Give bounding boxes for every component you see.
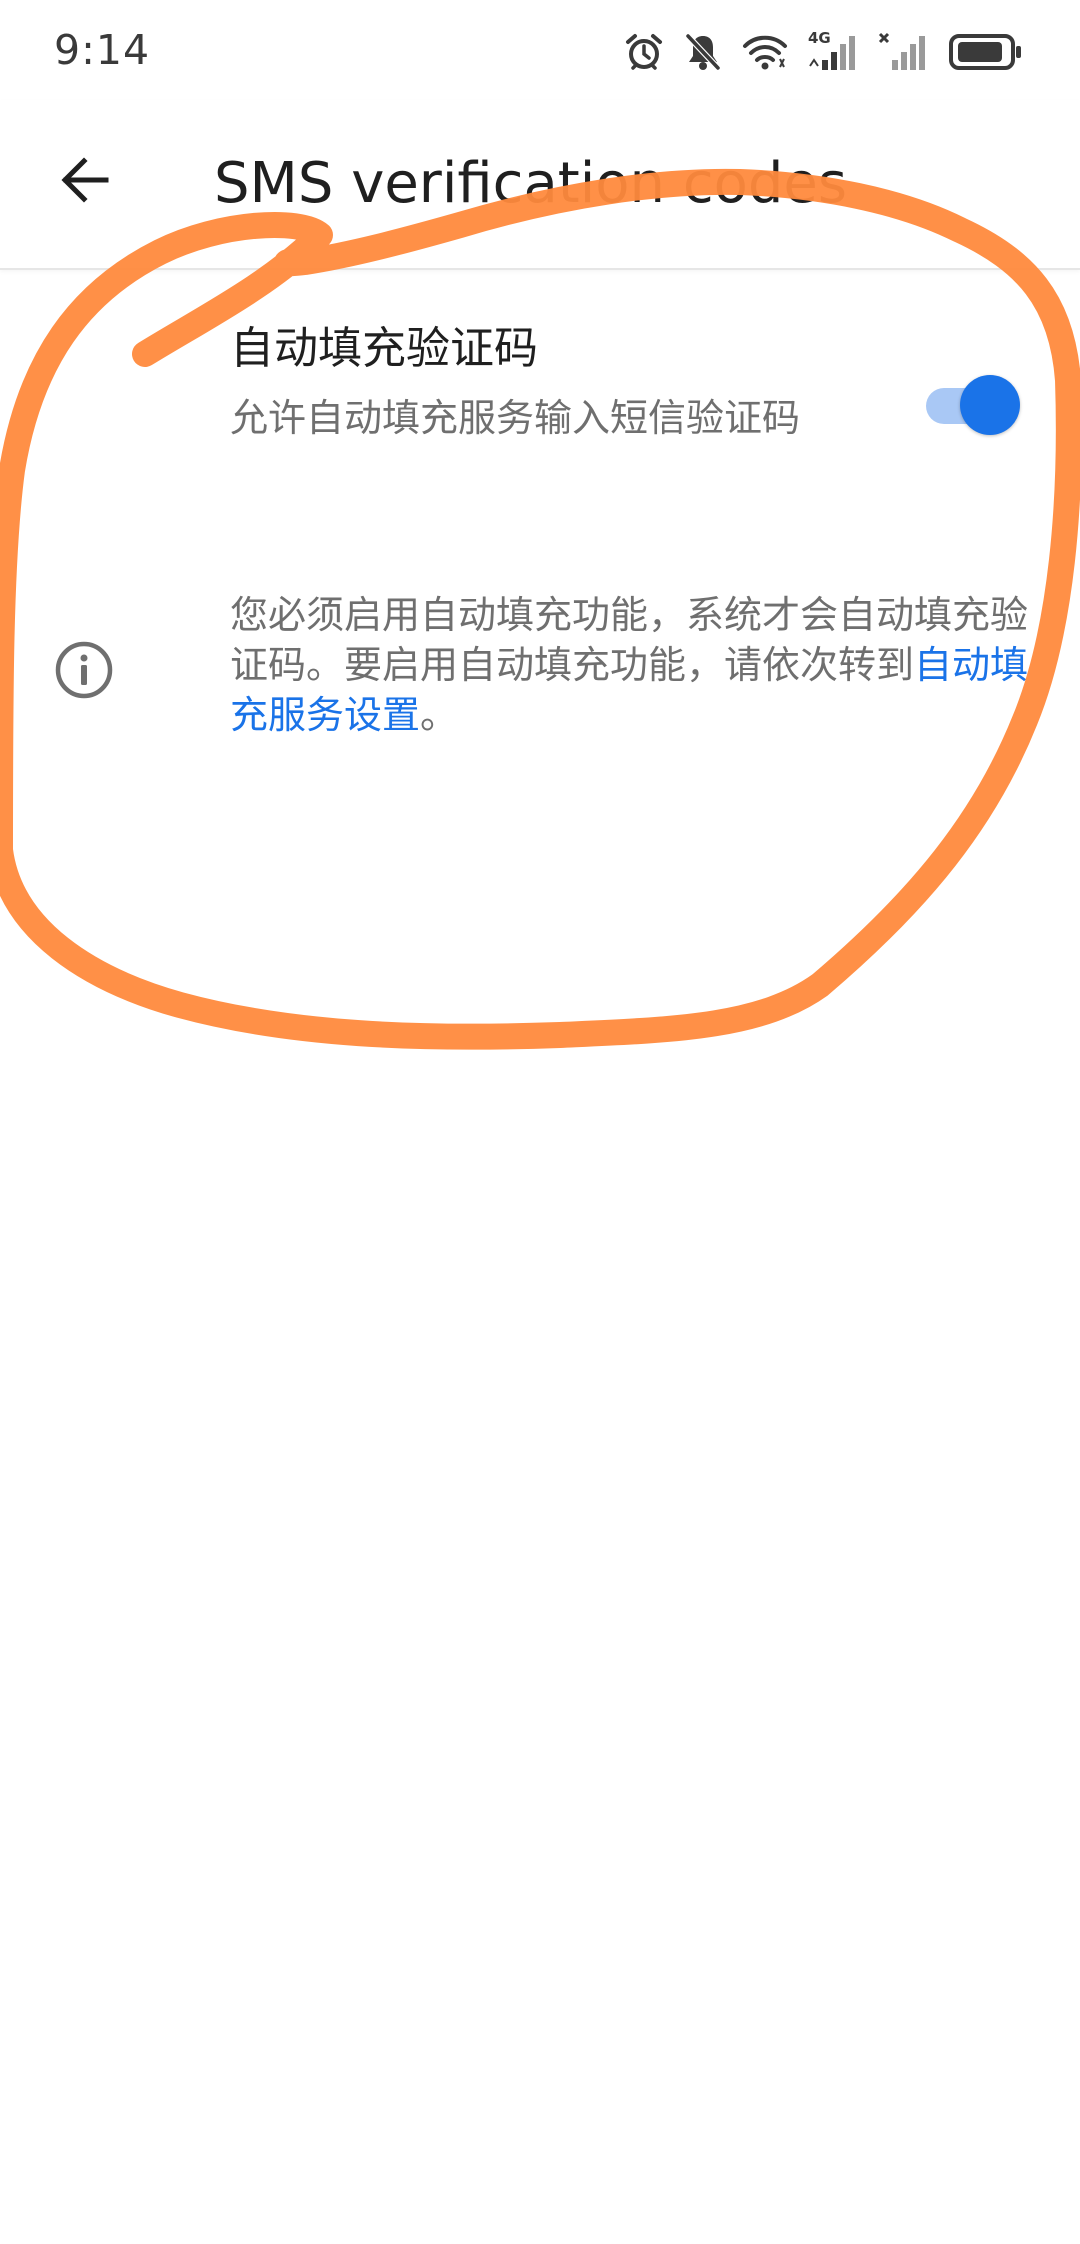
wifi-icon <box>742 33 788 71</box>
app-bar: SMS verification codes <box>0 100 1080 270</box>
bell-off-icon <box>684 32 722 72</box>
no-sim-signal-icon <box>878 30 928 74</box>
autofill-codes-toggle[interactable] <box>924 366 1024 442</box>
screen: 9:14 4G SMS verification codes 自动填充验证码 允… <box>0 0 1080 2244</box>
info-text-before-link: 您必须启用自动填充功能，系统才会自动填充验证码。要启用自动填充功能，请依次转到 <box>230 593 1029 687</box>
info-icon <box>54 640 114 700</box>
status-time: 9:14 <box>54 26 151 74</box>
info-text-after-link: 。 <box>420 693 459 737</box>
info-footer: 您必须启用自动填充功能，系统才会自动填充验证码。要启用自动填充功能，请依次转到自… <box>0 590 1080 760</box>
setting-summary: 允许自动填充服务输入短信验证码 <box>230 396 801 440</box>
autofill-codes-setting-row[interactable]: 自动填充验证码 允许自动填充服务输入短信验证码 <box>0 300 1080 510</box>
battery-icon <box>948 32 1024 72</box>
info-text: 您必须启用自动填充功能，系统才会自动填充验证码。要启用自动填充功能，请依次转到自… <box>230 590 1030 740</box>
arrow-back-icon <box>56 152 112 212</box>
toggle-thumb <box>960 375 1020 435</box>
page-title: SMS verification codes <box>214 151 848 216</box>
cellular-signal-icon: 4G <box>808 30 858 74</box>
status-bar: 9:14 4G <box>0 0 1080 100</box>
back-button[interactable] <box>40 138 128 226</box>
alarm-icon <box>624 32 664 72</box>
setting-title: 自动填充验证码 <box>230 323 538 374</box>
status-icons: 4G <box>624 28 1024 76</box>
